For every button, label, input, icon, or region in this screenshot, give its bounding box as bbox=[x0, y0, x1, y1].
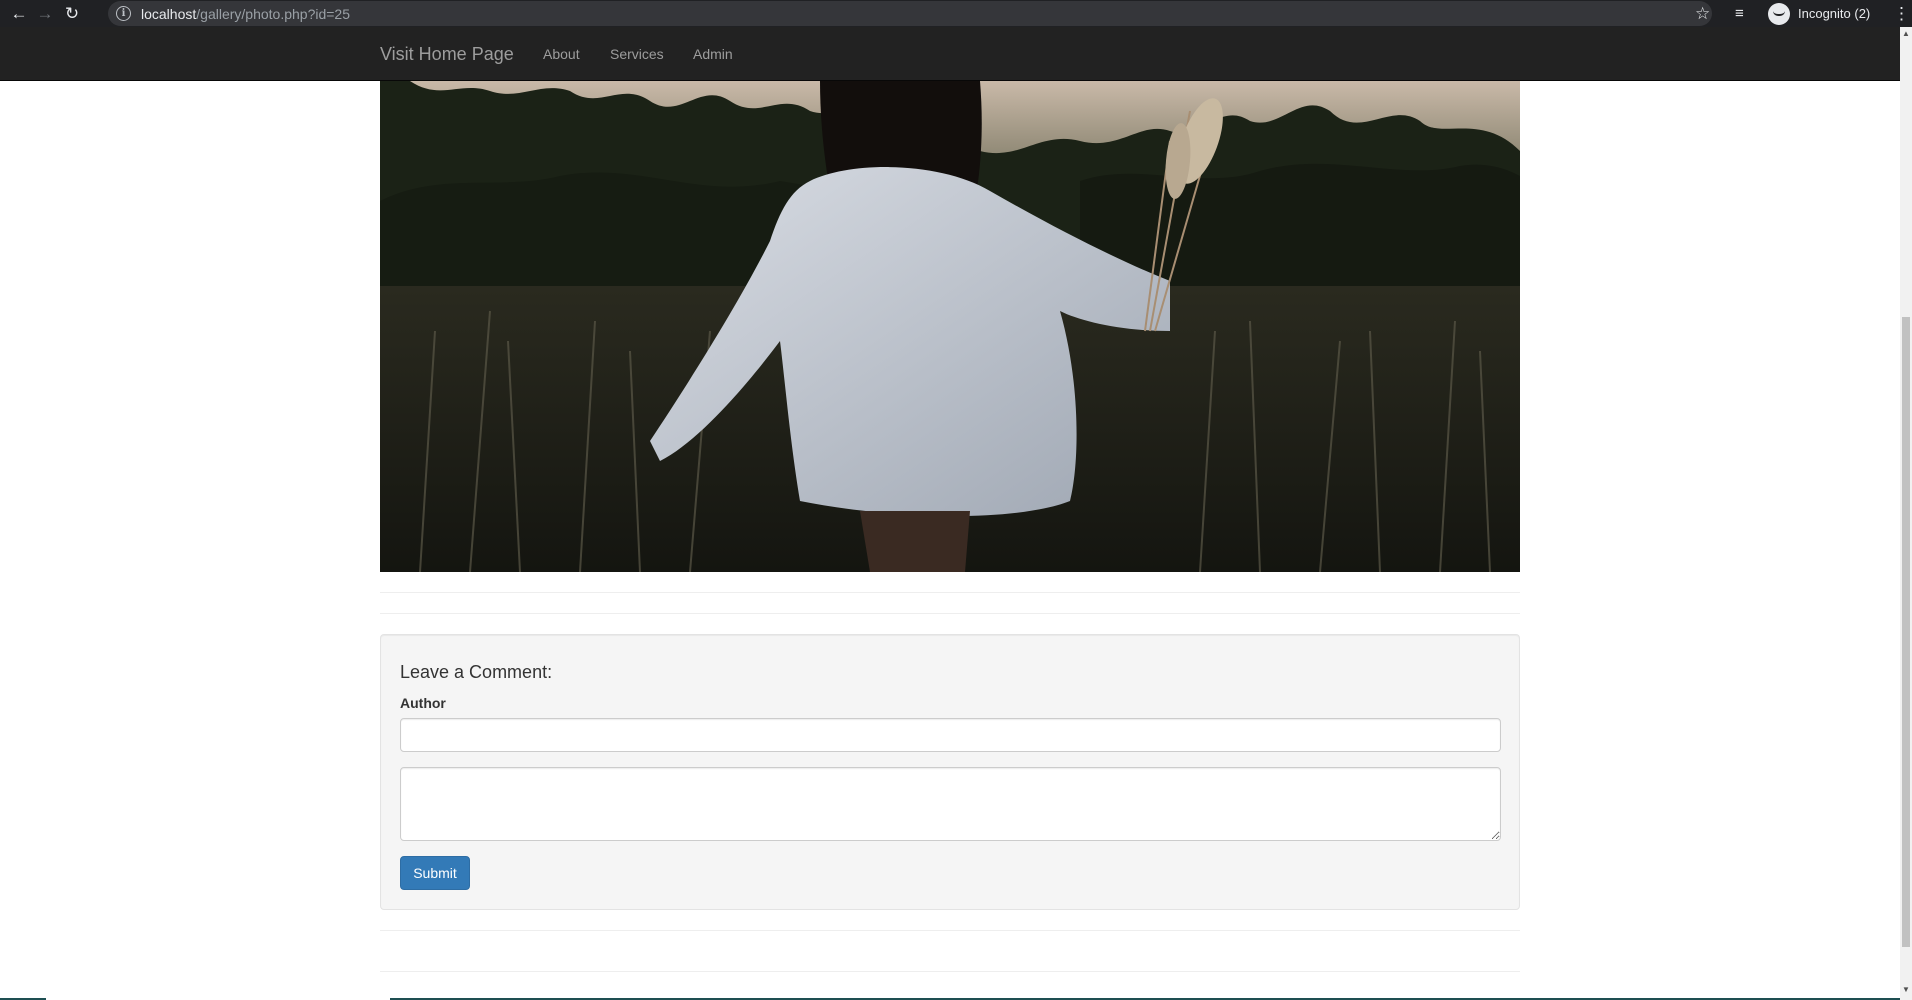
divider bbox=[380, 971, 1520, 972]
address-bar[interactable]: i localhost/gallery/photo.php?id=25 bbox=[108, 1, 1712, 26]
comment-textarea[interactable] bbox=[400, 767, 1501, 841]
page-scrollbar[interactable]: ▲ ▼ bbox=[1900, 27, 1912, 1000]
incognito-profile-button[interactable]: Incognito (2) bbox=[1768, 2, 1870, 25]
url-host: localhost bbox=[141, 5, 197, 22]
divider bbox=[380, 592, 1520, 593]
scroll-thumb[interactable] bbox=[1902, 317, 1910, 947]
divider bbox=[380, 930, 1520, 931]
nav-link-about[interactable]: About bbox=[543, 27, 580, 81]
author-label: Author bbox=[400, 695, 446, 711]
divider bbox=[380, 613, 1520, 614]
submit-button[interactable]: Submit bbox=[400, 856, 470, 890]
reload-icon[interactable]: ↻ bbox=[56, 0, 88, 27]
media-control-icon[interactable]: ≡ bbox=[1735, 0, 1744, 27]
scroll-down-arrow-icon[interactable]: ▼ bbox=[1900, 985, 1912, 994]
scroll-up-arrow-icon[interactable]: ▲ bbox=[1900, 29, 1912, 38]
nav-link-services[interactable]: Services bbox=[610, 27, 664, 81]
gallery-photo bbox=[380, 81, 1520, 572]
info-icon[interactable]: i bbox=[116, 6, 131, 21]
author-input[interactable] bbox=[400, 718, 1501, 752]
browser-toolbar: ← → ↻ i localhost/gallery/photo.php?id=2… bbox=[0, 0, 1912, 27]
menu-icon[interactable]: ⋮ bbox=[1893, 0, 1910, 27]
brand-link[interactable]: Visit Home Page bbox=[380, 27, 514, 81]
nav-link-admin[interactable]: Admin bbox=[693, 27, 733, 81]
url-path: /gallery/photo.php?id=25 bbox=[196, 5, 350, 22]
star-icon[interactable]: ☆ bbox=[1695, 0, 1710, 27]
comment-form-panel: Leave a Comment: Author Submit bbox=[380, 634, 1520, 910]
comment-form-heading: Leave a Comment: bbox=[400, 662, 553, 682]
incognito-icon bbox=[1768, 2, 1790, 25]
profile-label: Incognito (2) bbox=[1798, 6, 1871, 21]
site-navbar: Visit Home Page About Services Admin bbox=[0, 27, 1900, 81]
